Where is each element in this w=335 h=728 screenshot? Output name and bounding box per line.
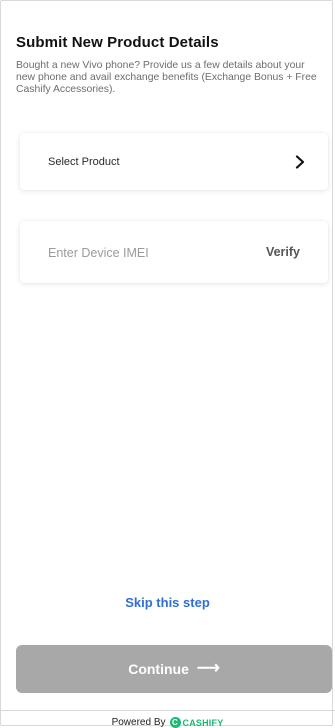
verify-button[interactable]: Verify (266, 245, 300, 259)
powered-by-footer: Powered By C CASHIFY (0, 717, 335, 728)
imei-input[interactable] (46, 239, 250, 267)
page-title: Submit New Product Details (16, 34, 219, 51)
cashify-logo: C CASHIFY (169, 717, 224, 728)
select-product-card[interactable]: Select Product (20, 133, 328, 190)
imei-card: Verify (20, 221, 328, 283)
continue-label: Continue (128, 661, 189, 677)
select-product-label: Select Product (48, 155, 120, 168)
arrow-right-icon: ⟶ (196, 660, 220, 677)
screen-frame (0, 0, 333, 726)
powered-by-text: Powered By (111, 717, 166, 728)
cashify-logo-icon: C (169, 717, 181, 728)
page-subtitle: Bought a new Vivo phone? Provide us a fe… (16, 60, 317, 95)
skip-step-link[interactable]: Skip this step (0, 595, 335, 610)
continue-button[interactable]: Continue ⟶ (16, 645, 332, 693)
cashify-brand-name: CASHIFY (182, 717, 224, 728)
footer-divider (0, 710, 335, 711)
chevron-right-icon (295, 154, 305, 169)
